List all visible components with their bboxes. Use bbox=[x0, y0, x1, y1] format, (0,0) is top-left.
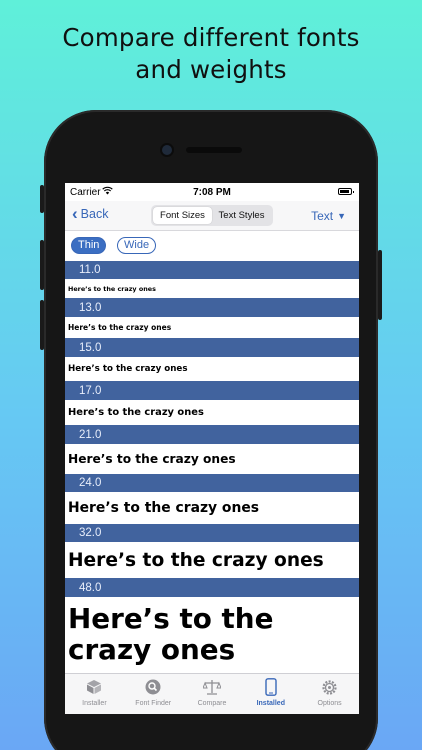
chevron-left-icon: ‹ bbox=[72, 204, 78, 223]
tab-font-finder[interactable]: Font Finder bbox=[124, 674, 183, 714]
tab-bar: Installer Font Finder Compare Installed … bbox=[65, 673, 359, 714]
size-header: 15.0 bbox=[65, 338, 359, 357]
font-sample-row[interactable]: Here’s to the crazy ones bbox=[65, 317, 359, 338]
scales-icon bbox=[202, 678, 221, 696]
tab-label: Installer bbox=[82, 700, 107, 707]
text-menu-label: Text bbox=[311, 209, 334, 223]
back-label: Back bbox=[80, 207, 109, 221]
gear-icon bbox=[321, 678, 339, 696]
segment-font-sizes[interactable]: Font Sizes bbox=[153, 207, 212, 224]
earpiece-speaker bbox=[186, 147, 242, 153]
wide-toggle-button[interactable]: Wide bbox=[117, 237, 157, 254]
size-header: 48.0 bbox=[65, 578, 359, 597]
tab-installer[interactable]: Installer bbox=[65, 674, 124, 714]
segmented-control: Font Sizes Text Styles bbox=[151, 205, 273, 226]
size-header: 13.0 bbox=[65, 298, 359, 317]
power-button bbox=[378, 250, 382, 320]
navigation-bar: ‹ Back Font Sizes Text Styles Text ▼ bbox=[65, 201, 359, 231]
tab-label: Compare bbox=[197, 700, 227, 707]
headline-line-1: Compare different fonts bbox=[62, 23, 360, 52]
font-sample-row[interactable]: Here’s to the crazy ones bbox=[65, 542, 359, 578]
thin-toggle-button[interactable]: Thin bbox=[71, 237, 107, 254]
tab-compare[interactable]: Compare bbox=[183, 674, 242, 714]
front-camera bbox=[162, 145, 172, 155]
app-screen: Carrier 7:08 PM ‹ Back Font Sizes Text S… bbox=[65, 183, 359, 714]
tab-label: Options bbox=[317, 700, 342, 707]
font-sample-row[interactable]: Here’s to the crazy ones bbox=[65, 444, 359, 474]
size-header: 24.0 bbox=[65, 474, 359, 492]
font-size-list[interactable]: 11.0 Here’s to the crazy ones 13.0 Here’s t… bbox=[65, 261, 359, 667]
back-button[interactable]: ‹ Back bbox=[72, 204, 109, 223]
clock: 7:08 PM bbox=[193, 187, 231, 198]
tab-label: Installed bbox=[256, 700, 285, 707]
tab-installed[interactable]: Installed bbox=[241, 674, 300, 714]
size-header: 11.0 bbox=[65, 261, 359, 279]
text-menu-button[interactable]: Text ▼ bbox=[311, 209, 346, 223]
phone-icon bbox=[262, 678, 280, 696]
segment-text-styles[interactable]: Text Styles bbox=[212, 207, 271, 224]
font-sample-row[interactable]: Here’s to the crazy ones bbox=[65, 279, 359, 298]
magnifier-icon bbox=[144, 678, 162, 696]
status-bar: Carrier 7:08 PM bbox=[65, 183, 359, 201]
size-header: 21.0 bbox=[65, 425, 359, 444]
battery-icon bbox=[338, 188, 354, 195]
font-sample-row[interactable]: Here’s to the crazy ones bbox=[65, 357, 359, 381]
box-icon bbox=[85, 678, 103, 696]
triangle-down-icon: ▼ bbox=[337, 211, 346, 221]
weight-toggle: Thin Wide bbox=[65, 231, 359, 261]
font-sample-row[interactable]: Here’s to the crazy ones bbox=[65, 400, 359, 425]
marketing-headline: Compare different fonts and weights bbox=[0, 22, 422, 86]
headline-line-2: and weights bbox=[135, 55, 287, 84]
tab-options[interactable]: Options bbox=[300, 674, 359, 714]
tab-label: Font Finder bbox=[135, 700, 172, 707]
size-header: 32.0 bbox=[65, 524, 359, 542]
size-header: 17.0 bbox=[65, 381, 359, 400]
font-sample-row[interactable]: Here’s to the crazy ones bbox=[65, 597, 359, 667]
font-sample-row[interactable]: Here’s to the crazy ones bbox=[65, 492, 359, 524]
